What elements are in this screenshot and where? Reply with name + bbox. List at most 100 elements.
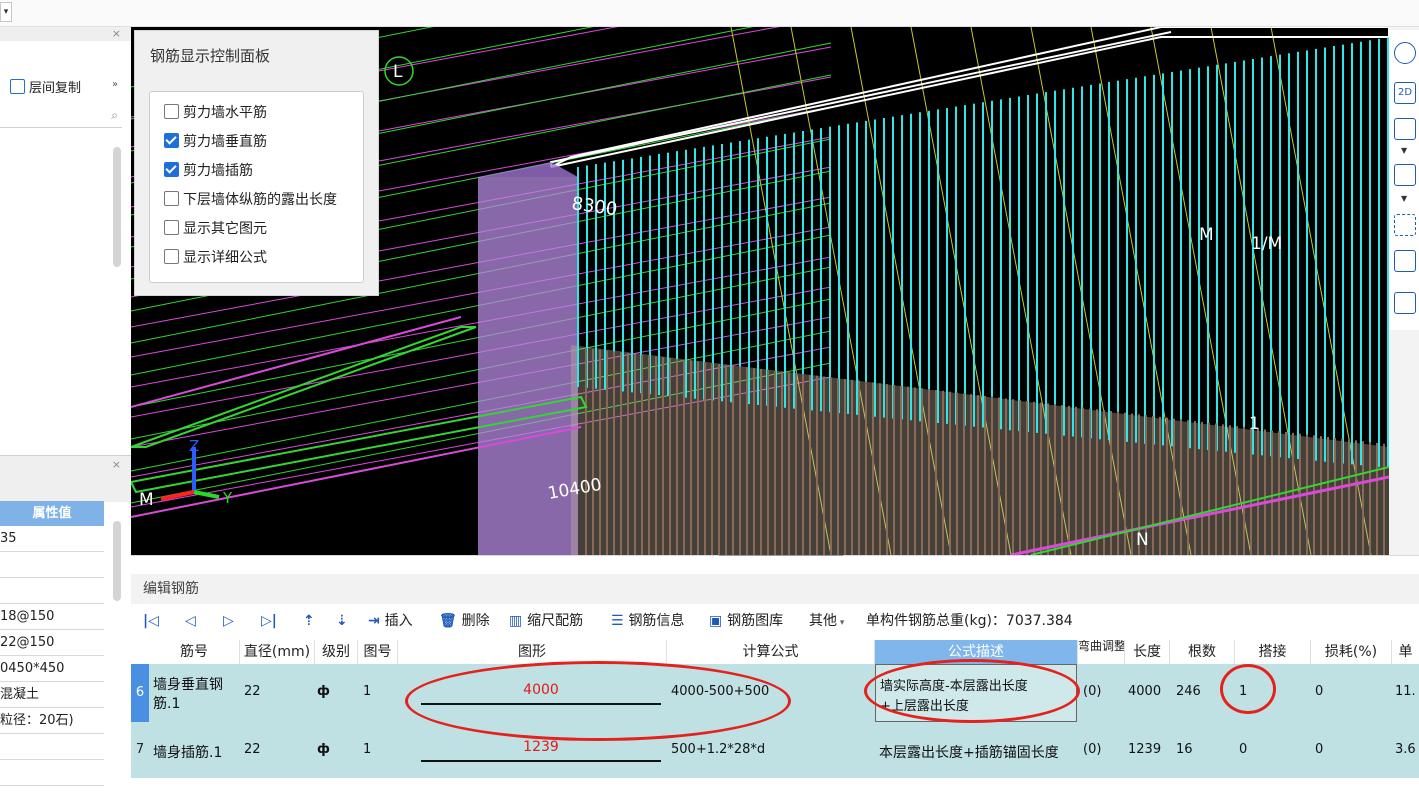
count[interactable]: 16 (1176, 742, 1193, 757)
length[interactable]: 1239 (1128, 742, 1161, 757)
move-up-button[interactable]: ⇡ (303, 612, 315, 630)
column-header[interactable]: 弯曲调整 (1078, 640, 1125, 664)
view-cube-icon[interactable] (1394, 164, 1416, 186)
property-value-header: 属性值 (0, 501, 104, 526)
property-value[interactable]: 22@150 (0, 630, 104, 656)
close-icon[interactable]: × (112, 458, 121, 471)
option-lower-wall-exposed-length[interactable]: 下层墙体纵筋的露出长度 (164, 189, 337, 211)
diameter[interactable]: 22 (244, 742, 261, 757)
rebar-name[interactable]: 墙身垂直钢 (153, 674, 223, 694)
property-value[interactable]: 0450*450 (0, 656, 104, 682)
property-value[interactable]: 35 (0, 526, 104, 552)
column-header[interactable]: 搭接 (1235, 640, 1311, 664)
info-label: 钢筋信息 (628, 613, 685, 629)
other-menu-button[interactable]: 其他 ▾ (809, 612, 844, 630)
calc-formula[interactable]: 500+1.2*28*d (671, 742, 765, 757)
chevron-down-icon[interactable]: ▼ (1401, 146, 1407, 155)
rebar-name-2[interactable]: 筋.1 (153, 693, 180, 713)
last-record-button[interactable]: ▷| (261, 612, 277, 630)
copy-floor-button[interactable]: 层间复制 (10, 77, 81, 96)
dropdown-arrow[interactable]: ▾ (0, 2, 12, 22)
checkbox-checked[interactable] (164, 133, 179, 148)
checkbox[interactable] (164, 220, 179, 235)
loss[interactable]: 0 (1315, 684, 1323, 699)
unit-weight[interactable]: 3.6 (1395, 742, 1416, 757)
more-icon[interactable]: » (112, 79, 118, 90)
table-row[interactable]: 7 墙身插筋.1 22 ф 1 1239 500+1.2*28*d 本层露出长度… (131, 722, 1419, 778)
figure-number[interactable]: 1 (363, 684, 371, 699)
option-show-other-elements[interactable]: 显示其它图元 (164, 218, 267, 240)
column-header[interactable]: 计算公式 (667, 640, 875, 664)
checkbox[interactable] (164, 104, 179, 119)
property-value[interactable] (0, 760, 104, 786)
rebar-editor-panel: 编辑钢筋 |◁ ◁ ▷ ▷| ⇡ ⇣ ⇥ 插入 🗑 删除 ▥ 缩尺配筋 ☰ 钢筋… (131, 556, 1419, 792)
next-record-button[interactable]: ▷ (223, 612, 234, 630)
option-show-detailed-formula[interactable]: 显示详细公式 (164, 247, 267, 269)
bend-adjust[interactable]: (0) (1083, 684, 1101, 699)
formula-desc[interactable]: 本层露出长度+插筋锚固长度 (879, 742, 1059, 762)
lap[interactable]: 0 (1239, 742, 1247, 757)
property-value[interactable] (0, 734, 104, 760)
chevron-down-icon[interactable]: ▼ (1401, 194, 1407, 203)
count[interactable]: 246 (1176, 684, 1201, 699)
property-value[interactable]: 粒径：20石) (0, 708, 104, 734)
axis-label: M (1199, 225, 1214, 245)
scrollbar[interactable] (113, 521, 121, 601)
rebar-name[interactable]: 墙身插筋.1 (153, 742, 222, 762)
column-header[interactable]: 图号 (358, 640, 398, 664)
prev-record-button[interactable]: ◁ (185, 612, 196, 630)
cube-select-icon[interactable] (1394, 250, 1416, 272)
checkbox[interactable] (164, 249, 179, 264)
unit-weight[interactable]: 11. (1395, 684, 1416, 699)
column-header[interactable]: 长度 (1125, 640, 1170, 664)
property-value[interactable]: 18@150 (0, 604, 104, 630)
3d-box-icon[interactable] (1394, 118, 1416, 140)
2d-view-button[interactable]: 2D (1394, 82, 1416, 104)
rebar-info-button[interactable]: ☰ 钢筋信息 (611, 612, 684, 630)
grade[interactable]: ф (317, 684, 330, 699)
property-value[interactable] (0, 578, 104, 604)
figure-number[interactable]: 1 (363, 742, 371, 757)
column-header[interactable]: 根数 (1170, 640, 1235, 664)
column-header[interactable]: 筋号 (149, 640, 240, 664)
axis-label: L (393, 62, 403, 82)
delete-button[interactable]: 🗑 删除 (439, 612, 490, 630)
column-header[interactable]: 图形 (398, 640, 667, 664)
wall-panel (571, 345, 1389, 555)
checkbox[interactable] (164, 191, 179, 206)
property-value[interactable] (0, 552, 104, 578)
close-icon[interactable]: × (112, 27, 121, 40)
shape-length[interactable]: 1239 (421, 739, 661, 755)
delete-label: 删除 (461, 613, 490, 629)
fit-view-icon[interactable] (1394, 214, 1416, 236)
rebar-library-button[interactable]: ▣ 钢筋图库 (709, 612, 783, 630)
move-down-button[interactable]: ⇣ (336, 612, 348, 630)
column-header[interactable]: 单 (1392, 640, 1419, 664)
diameter[interactable]: 22 (244, 684, 261, 699)
first-record-button[interactable]: |◁ (143, 612, 159, 630)
length[interactable]: 4000 (1128, 684, 1161, 699)
scrollbar[interactable] (113, 147, 121, 267)
beam-cage (131, 326, 477, 448)
option-shear-wall-vertical[interactable]: 剪力墙垂直筋 (164, 131, 267, 153)
checkbox-checked[interactable] (164, 162, 179, 177)
property-value[interactable]: 混凝土 (0, 682, 104, 708)
option-shear-wall-horizontal[interactable]: 剪力墙水平筋 (164, 102, 267, 124)
search-input[interactable]: ⌕ (0, 107, 122, 128)
grade[interactable]: ф (317, 742, 330, 757)
option-shear-wall-dowel[interactable]: 剪力墙插筋 (164, 160, 253, 182)
list-view-icon[interactable] (1394, 292, 1416, 314)
option-label: 显示其它图元 (183, 221, 267, 237)
option-label: 剪力墙水平筋 (183, 105, 267, 121)
scale-rebar-button[interactable]: ▥ 缩尺配筋 (509, 612, 583, 630)
beam-outline (550, 27, 1389, 168)
top-toolbar: ▾ (0, 0, 1419, 27)
insert-button[interactable]: ⇥ 插入 (368, 612, 413, 630)
column-header[interactable]: 直径(mm) (240, 640, 315, 664)
bend-adjust[interactable]: (0) (1083, 742, 1101, 757)
loss[interactable]: 0 (1315, 742, 1323, 757)
annotation-ellipse (1220, 664, 1276, 714)
orbit-icon[interactable] (1394, 42, 1416, 64)
column-header[interactable]: 损耗(%) (1311, 640, 1392, 664)
column-header[interactable]: 级别 (315, 640, 358, 664)
